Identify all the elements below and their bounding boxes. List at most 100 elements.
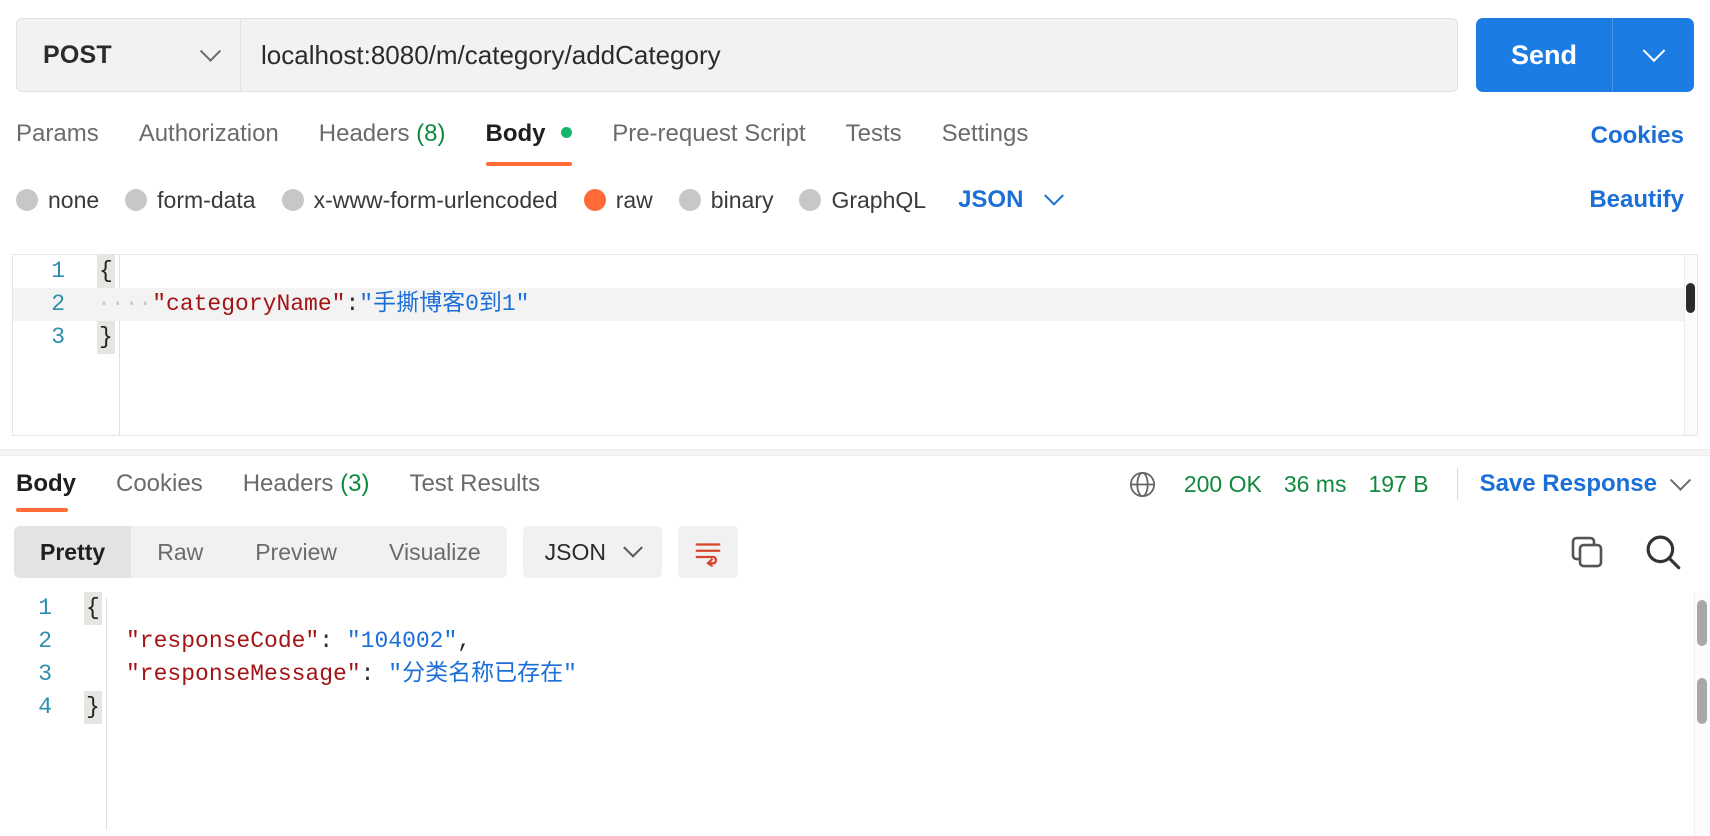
tab-pre-request-script[interactable]: Pre-request Script bbox=[612, 120, 805, 152]
view-mode-preview[interactable]: Preview bbox=[229, 526, 363, 578]
url-bar: POST localhost:8080/m/category/addCatego… bbox=[0, 0, 1710, 110]
code-line: 4 } bbox=[0, 691, 1710, 724]
cookies-link[interactable]: Cookies bbox=[1591, 122, 1684, 150]
body-type-label: raw bbox=[615, 186, 653, 213]
line-number: 2 bbox=[51, 291, 65, 317]
line-number: 2 bbox=[38, 628, 52, 654]
body-type-none[interactable]: none bbox=[16, 187, 99, 214]
http-method-select[interactable]: POST bbox=[17, 19, 241, 91]
tab-label: Body bbox=[485, 120, 546, 147]
view-mode-label: Visualize bbox=[389, 538, 481, 565]
chevron-down-icon[interactable] bbox=[1669, 469, 1692, 491]
json-colon: : bbox=[345, 291, 360, 317]
json-key: "responseCode" bbox=[126, 628, 320, 654]
chevron-down-icon bbox=[199, 40, 222, 62]
tab-tests[interactable]: Tests bbox=[846, 120, 902, 152]
radio-selected-icon bbox=[583, 189, 606, 211]
body-type-label: none bbox=[48, 186, 100, 213]
code-text: { bbox=[87, 255, 115, 288]
wrap-lines-button[interactable] bbox=[678, 526, 739, 578]
request-body-editor[interactable]: 1 { 2 ····"categoryName":"手撕博客0到1" 3 } bbox=[12, 254, 1698, 436]
raw-format-label: JSON bbox=[958, 186, 1024, 213]
tab-body[interactable]: Body bbox=[485, 120, 573, 166]
tab-params[interactable]: Params bbox=[16, 120, 99, 152]
body-type-raw[interactable]: raw bbox=[583, 186, 653, 214]
response-tab-body[interactable]: Body bbox=[16, 470, 76, 512]
response-size: 197 B bbox=[1368, 470, 1429, 497]
beautify-button[interactable]: Beautify bbox=[1589, 186, 1684, 214]
code-line: 3 } bbox=[13, 321, 1697, 354]
send-options-button[interactable] bbox=[1612, 18, 1694, 92]
response-viewer-scrollbar-thumb-secondary[interactable] bbox=[1697, 678, 1707, 724]
tab-label: Headers bbox=[242, 470, 334, 497]
tab-headers[interactable]: Headers (8) bbox=[319, 120, 446, 152]
tab-label: Pre-request Script bbox=[612, 120, 806, 147]
response-format-select[interactable]: JSON bbox=[522, 526, 663, 578]
view-mode-raw[interactable]: Raw bbox=[131, 526, 229, 578]
body-type-label: form-data bbox=[157, 186, 256, 213]
view-mode-visualize[interactable]: Visualize bbox=[363, 526, 507, 578]
request-editor-scrollbar-track[interactable] bbox=[1684, 255, 1697, 435]
divider bbox=[1456, 468, 1458, 500]
search-icon[interactable] bbox=[1642, 531, 1684, 573]
response-view-mode-group: Pretty Raw Preview Visualize bbox=[14, 526, 507, 578]
response-time: 36 ms bbox=[1283, 470, 1347, 497]
indent-dots: ···· bbox=[97, 291, 153, 317]
response-viewer-scrollbar-thumb[interactable] bbox=[1697, 600, 1707, 646]
response-body-viewer[interactable]: 1 { 2 "responseCode": "104002", 3 "respo… bbox=[0, 592, 1710, 836]
tab-label: Tests bbox=[845, 120, 902, 147]
body-type-x-www-form-urlencoded[interactable]: x-www-form-urlencoded bbox=[281, 187, 558, 214]
pane-divider[interactable] bbox=[0, 449, 1710, 456]
line-number: 3 bbox=[38, 661, 52, 687]
json-brace: } bbox=[84, 691, 102, 724]
tab-settings[interactable]: Settings bbox=[942, 120, 1029, 152]
body-type-graphql[interactable]: GraphQL bbox=[799, 187, 926, 214]
tab-label: Body bbox=[16, 470, 76, 497]
code-text: ····"categoryName":"手撕博客0到1" bbox=[87, 288, 529, 321]
code-line: 3 "responseMessage": "分类名称已存在" bbox=[0, 658, 1710, 691]
response-tab-headers[interactable]: Headers (3) bbox=[243, 470, 370, 498]
code-line: 2 "responseCode": "104002", bbox=[0, 625, 1710, 658]
code-line: 1 { bbox=[13, 255, 1697, 288]
radio-icon bbox=[799, 189, 822, 211]
code-text: "responseCode": "104002", bbox=[74, 625, 471, 658]
tab-authorization[interactable]: Authorization bbox=[139, 120, 279, 152]
response-viewer-scrollbar-track[interactable] bbox=[1694, 592, 1710, 836]
response-action-icons bbox=[1532, 531, 1698, 573]
raw-format-select[interactable]: JSON bbox=[958, 185, 1065, 214]
http-method-label: POST bbox=[43, 40, 112, 69]
status-code: 200 OK bbox=[1183, 470, 1262, 497]
request-code-area: 1 { 2 ····"categoryName":"手撕博客0到1" 3 } bbox=[13, 255, 1697, 435]
response-tab-cookies[interactable]: Cookies bbox=[116, 470, 203, 498]
line-number: 4 bbox=[38, 694, 52, 720]
copy-icon[interactable] bbox=[1566, 531, 1608, 573]
radio-icon bbox=[678, 189, 701, 211]
line-number: 1 bbox=[38, 595, 52, 621]
url-input-group: POST localhost:8080/m/category/addCatego… bbox=[16, 18, 1458, 92]
json-colon: : bbox=[360, 661, 375, 687]
send-button[interactable]: Send bbox=[1476, 18, 1612, 92]
chevron-down-icon bbox=[623, 537, 643, 558]
json-brace: { bbox=[84, 592, 102, 625]
line-number: 1 bbox=[51, 258, 65, 284]
line-number: 3 bbox=[51, 324, 65, 350]
radio-icon bbox=[125, 189, 148, 211]
radio-icon bbox=[16, 189, 38, 211]
response-tab-test-results[interactable]: Test Results bbox=[409, 470, 540, 498]
url-input[interactable]: localhost:8080/m/category/addCategory bbox=[241, 19, 1457, 91]
response-tabs: Body Cookies Headers (3) Test Results 20… bbox=[0, 456, 1710, 512]
request-editor-scrollbar-thumb[interactable] bbox=[1686, 283, 1695, 313]
code-text: "responseMessage": "分类名称已存在" bbox=[74, 658, 577, 691]
tab-label: Params bbox=[16, 120, 99, 147]
body-type-binary[interactable]: binary bbox=[678, 187, 773, 214]
postman-request-response-pane: POST localhost:8080/m/category/addCatego… bbox=[0, 0, 1710, 836]
save-response-button[interactable]: Save Response bbox=[1480, 470, 1657, 498]
body-type-row: none form-data x-www-form-urlencoded raw… bbox=[0, 176, 1710, 224]
chevron-down-icon bbox=[1642, 39, 1665, 63]
view-mode-label: Preview bbox=[255, 538, 338, 565]
body-type-form-data[interactable]: form-data bbox=[125, 186, 256, 214]
code-text: { bbox=[74, 592, 102, 625]
view-mode-pretty[interactable]: Pretty bbox=[14, 526, 132, 578]
json-value: "分类名称已存在" bbox=[388, 661, 577, 687]
json-brace: { bbox=[97, 255, 115, 288]
